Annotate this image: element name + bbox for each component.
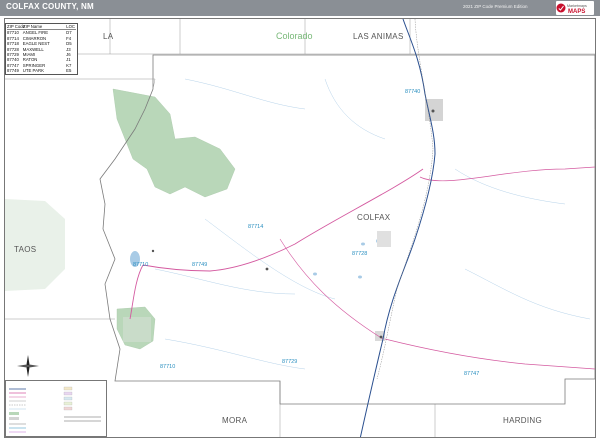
eagle-nest-point [151,249,155,253]
raton-point [431,109,435,113]
county-label-colfax: COLFAX [357,213,391,222]
brand-top-text: Marketmaps [567,4,587,8]
zip-table-row: 87749 UTE PARK E5 [7,68,76,73]
zip-name-cell: UTE PARK [22,68,44,74]
cimarron-point [265,267,269,271]
zip-table-col-name: ZIP Name [23,24,43,29]
zip-label-87749: 87749 [192,262,208,268]
brand-main-text: MAPS [568,9,585,15]
header-bar: COLFAX COUNTY, NM 2021 ZIP Code Premium … [0,0,600,16]
taos-boundary [5,78,156,90]
zip-loc-cell: E5 [66,68,72,74]
state-label-colorado: Colorado [276,31,313,41]
zip-label-87740: 87740 [405,89,421,95]
stream-network [154,78,591,370]
legend-symbols [9,386,101,433]
map-canvas[interactable] [5,19,596,438]
zip-label-87729: 87729 [282,359,298,365]
angel-fire-area [123,317,151,342]
neighbor-county-label-mora: MORA [222,416,248,425]
zip-label-87728: 87728 [352,251,368,257]
brand-logo: Marketmaps MAPS [556,1,594,15]
zip-cell: 87749 [7,68,19,74]
neighbor-county-label-taos: TAOS [14,245,37,254]
springer-point [379,335,383,339]
zip-label-87710-north: 87710 [133,262,149,268]
zip-code-table: ZIP Code ZIP Name LOC 87710 ANGEL FIRE D… [5,23,78,75]
forest-area-north [112,88,236,198]
compass-rose-icon [17,355,39,377]
zip-table-col-loc: LOC [66,24,76,29]
nm-highway-58 [279,238,384,340]
neighbor-county-label-la: LA [103,32,114,41]
interstate-25 [359,19,436,437]
nm-highway [419,166,595,182]
map-legend [5,380,107,437]
us-highway-56 [384,338,595,370]
zip-label-87747: 87747 [464,371,480,377]
neighbor-boundary-lines [5,19,595,437]
neighbor-county-label-harding: HARDING [503,416,542,425]
county-boundary [99,54,595,405]
zip-label-87714: 87714 [248,224,264,230]
zip-table-col-zip: ZIP Code [7,24,26,29]
zip-label-87710-south: 87710 [160,364,176,370]
lake-5 [358,275,362,279]
lake-3 [361,242,365,246]
map-frame: Colorado LA LAS ANIMAS COLFAX TAOS MORA … [4,18,596,438]
lake-4 [313,272,317,276]
neighbor-county-label-las-animas: LAS ANIMAS [353,32,404,41]
edition-label: 2021 ZIP Code Premium Edition [463,4,528,9]
maxwell-area [377,231,391,247]
map-title: COLFAX COUNTY, NM [6,2,94,11]
